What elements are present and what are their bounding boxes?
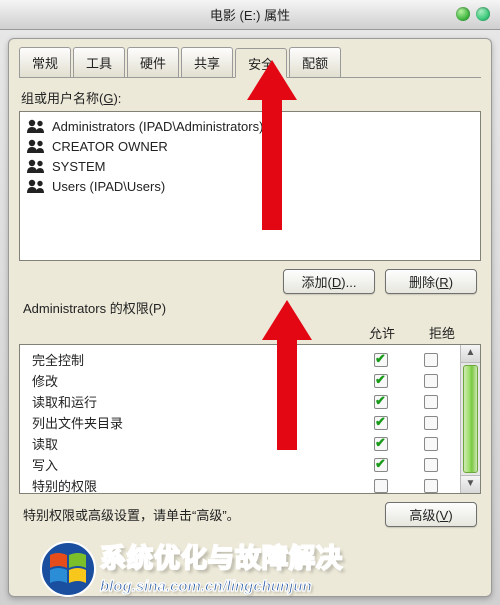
deny-checkbox[interactable] [424, 416, 438, 430]
deny-checkbox[interactable] [424, 353, 438, 367]
tab-4[interactable]: 安全 [235, 48, 287, 78]
allow-checkbox[interactable] [374, 395, 388, 409]
list-item-label: Administrators (IPAD\Administrators) [52, 119, 263, 134]
list-item-label: CREATOR OWNER [52, 139, 168, 154]
allow-checkbox[interactable] [374, 416, 388, 430]
table-row: 修改 [22, 370, 458, 391]
users-group-icon [26, 118, 46, 134]
table-row: 完全控制 [22, 349, 458, 370]
deny-checkbox[interactable] [424, 395, 438, 409]
remove-button[interactable]: 删除(R) [385, 269, 477, 294]
scroll-down-icon[interactable]: ▼ [461, 475, 480, 493]
permissions-listbox[interactable]: 完全控制修改读取和运行列出文件夹目录读取写入特别的权限 ▲ ▼ [19, 344, 481, 494]
tab-3[interactable]: 共享 [181, 47, 233, 77]
list-item[interactable]: Users (IPAD\Users) [22, 176, 478, 196]
deny-header: 拒绝 [429, 323, 455, 342]
allow-checkbox[interactable] [374, 374, 388, 388]
allow-checkbox[interactable] [374, 353, 388, 367]
users-group-icon [26, 138, 46, 154]
allow-checkbox[interactable] [374, 458, 388, 472]
user-buttons-row: 添加(D)... 删除(R) [19, 269, 477, 294]
users-group-icon [26, 158, 46, 174]
deny-checkbox[interactable] [424, 374, 438, 388]
tab-bar: 常规工具硬件共享安全配额 [19, 47, 481, 78]
maximize-icon[interactable] [476, 7, 490, 21]
scroll-thumb[interactable] [463, 365, 478, 473]
list-item[interactable]: SYSTEM [22, 156, 478, 176]
permission-name: 修改 [32, 371, 356, 390]
users-group-icon [26, 178, 46, 194]
tab-2[interactable]: 硬件 [127, 47, 179, 77]
allow-checkbox[interactable] [374, 479, 388, 493]
deny-checkbox[interactable] [424, 437, 438, 451]
scroll-up-icon[interactable]: ▲ [461, 345, 480, 363]
table-row: 写入 [22, 454, 458, 475]
list-item[interactable]: CREATOR OWNER [22, 136, 478, 156]
list-item-label: Users (IPAD\Users) [52, 179, 165, 194]
list-item-label: SYSTEM [52, 159, 105, 174]
table-row: 读取 [22, 433, 458, 454]
table-row: 读取和运行 [22, 391, 458, 412]
table-row: 列出文件夹目录 [22, 412, 458, 433]
permission-name: 写入 [32, 455, 356, 474]
group-users-label: 组或用户名称(G): [21, 88, 481, 107]
window-title: 电影 (E:) 属性 [210, 5, 290, 24]
users-listbox[interactable]: Administrators (IPAD\Administrators) CREA… [19, 111, 481, 261]
permission-name: 特别的权限 [32, 476, 356, 493]
add-button[interactable]: 添加(D)... [283, 269, 375, 294]
tab-0[interactable]: 常规 [19, 47, 71, 77]
dialog-body: 常规工具硬件共享安全配额 组或用户名称(G): Administrators (… [8, 38, 492, 597]
advanced-row: 特别权限或高级设置，请单击“高级”。 高级(V) [23, 502, 477, 527]
permission-name: 列出文件夹目录 [32, 413, 356, 432]
list-item[interactable]: Administrators (IPAD\Administrators) [22, 116, 478, 136]
permission-name: 读取和运行 [32, 392, 356, 411]
allow-checkbox[interactable] [374, 437, 388, 451]
advanced-button[interactable]: 高级(V) [385, 502, 477, 527]
deny-checkbox[interactable] [424, 458, 438, 472]
permissions-headers: 允许 拒绝 [19, 323, 481, 342]
tab-5[interactable]: 配额 [289, 47, 341, 77]
advanced-text: 特别权限或高级设置，请单击“高级”。 [23, 505, 377, 524]
deny-checkbox[interactable] [424, 479, 438, 493]
minimize-icon[interactable] [456, 7, 470, 21]
tab-1[interactable]: 工具 [73, 47, 125, 77]
permissions-scrollbar[interactable]: ▲ ▼ [460, 345, 480, 493]
titlebar: 电影 (E:) 属性 [0, 0, 500, 30]
permission-name: 读取 [32, 434, 356, 453]
permission-name: 完全控制 [32, 350, 356, 369]
permissions-label: Administrators 的权限(P) [23, 298, 481, 317]
table-row: 特别的权限 [22, 475, 458, 493]
window-controls [456, 7, 490, 21]
allow-header: 允许 [369, 323, 395, 342]
